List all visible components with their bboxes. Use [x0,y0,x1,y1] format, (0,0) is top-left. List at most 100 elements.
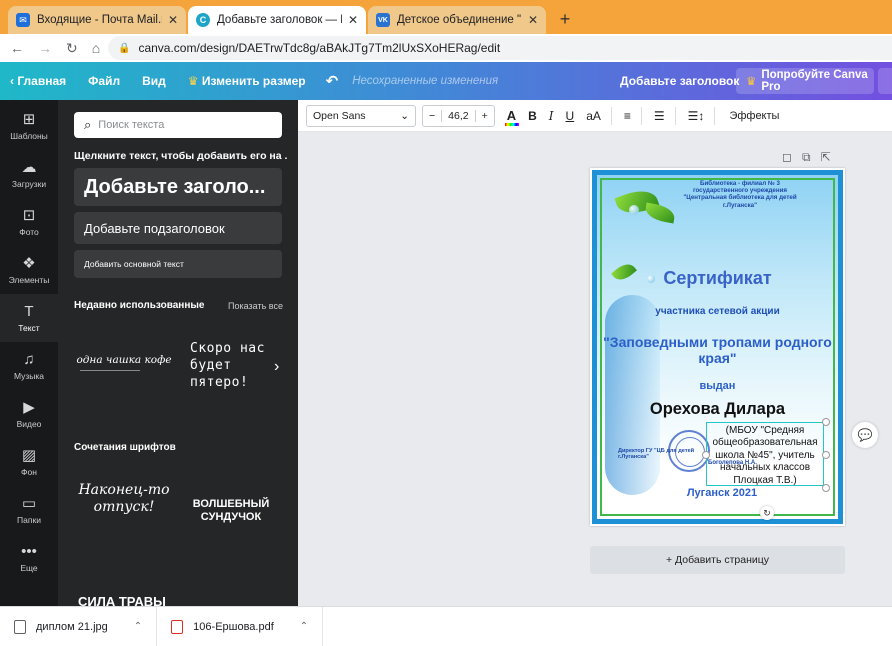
rail-item-music[interactable]: ♫ Музыка [0,342,58,390]
rail-item-elements[interactable]: ❖ Элементы [0,246,58,294]
rail-item-video[interactable]: ▶ Видео [0,390,58,438]
director-text[interactable]: Директор ГУ "ЦБ для детей г.Луганска" [618,448,698,461]
rail-item-background[interactable]: ▨ Фон [0,438,58,486]
selected-textbox[interactable]: (МБОУ "Средняя общеобразовательная школа… [706,422,824,486]
new-tab-button[interactable]: + [552,6,578,32]
rail-item-uploads[interactable]: ☁ Загрузки [0,150,58,198]
folder-icon: ▭ [21,494,37,512]
add-body-text-button[interactable]: Добавить основной текст [74,250,282,278]
close-icon[interactable]: ✕ [348,13,358,27]
crown-icon: ♛ [746,76,757,88]
reload-icon[interactable]: ↻ [66,40,78,57]
tab-mail[interactable]: ✉ Входящие - Почта Mail.ru ✕ [8,6,186,34]
resize-handle[interactable] [822,484,830,492]
underline-icon[interactable]: U [566,109,575,123]
font-dropdown[interactable]: Open Sans ⌄ [306,104,416,127]
chevron-up-icon[interactable]: ⌃ [300,621,308,632]
rail-item-text[interactable]: T Текст [0,294,58,342]
certificate-name[interactable]: Орехова Дилара [590,400,845,419]
card-text: Скоро нас будет пятеро! [190,341,265,390]
download-item[interactable]: диплом 21.jpg ⌃ [0,606,158,646]
font-combo-card[interactable]: Наконец-то отпуск! [74,482,174,542]
tab-canva[interactable]: C Добавьте заголовок — Плакат ✕ [188,6,366,34]
font-combo-card[interactable]: ВОЛШЕБНЫЙ СУНДУЧОК [186,498,276,538]
add-heading-button[interactable]: Добавьте заголо... [74,168,282,206]
library-header[interactable]: Библиотека - филиал № 3 государственного… [680,180,800,209]
design-page[interactable]: Библиотека - филиал № 3 государственного… [590,168,845,526]
text-toolbar: Open Sans ⌄ − 46,2 + A B I U aA ≡ ☰ ☰↕ Э… [298,100,892,132]
url-field[interactable]: 🔒 canva.com/design/DAETrwTdc8g/aBAkJTg7T… [108,36,892,60]
add-page-icon[interactable]: ⇱ [821,150,831,165]
comment-icon[interactable]: 💬 [852,422,878,448]
card-text: ВОЛШЕБНЫЙ СУНДУЧОК [192,498,270,523]
rail-label: Музыка [13,370,45,381]
spacing-icon[interactable]: ☰↕ [688,109,705,123]
font-name: Open Sans [313,109,366,122]
search-input[interactable]: ⌕ Поиск текста [74,112,282,138]
search-icon: ⌕ [84,117,92,132]
close-icon[interactable]: ✕ [168,13,178,27]
rail-label: Элементы [8,274,50,285]
resize-handle[interactable] [822,418,830,426]
chevron-right-icon[interactable]: › [274,358,279,376]
duplicate-page-icon[interactable]: ⧉ [802,150,811,165]
forward-icon[interactable]: → [38,40,52,56]
undo-icon[interactable]: ↶ [326,72,339,90]
certificate-participant[interactable]: участника сетевой акции [590,306,845,317]
text-color-icon[interactable]: A [504,108,520,126]
align-center-icon[interactable]: ≡ [624,109,631,123]
certificate-title[interactable]: Сертификат [590,268,845,289]
effects-button[interactable]: Эффекты [729,110,779,122]
home-icon[interactable]: ⌂ [92,40,100,56]
share-button[interactable] [878,68,892,94]
rail-label: Фото [19,226,39,237]
decrease-size-button[interactable]: − [423,110,441,122]
rail-item-templates[interactable]: ⊞ Шаблоны [0,102,58,150]
add-page-button[interactable]: + Добавить страницу [590,546,845,574]
rail-item-folders[interactable]: ▭ Папки [0,486,58,534]
font-size-value[interactable]: 46,2 [441,109,476,122]
close-icon[interactable]: ✕ [528,13,538,27]
try-pro-button[interactable]: ♛ Попробуйте Canva Pro [736,68,874,94]
italic-icon[interactable]: I [549,109,554,123]
letter-case-icon[interactable]: aA [586,109,601,123]
card-text: одна чашка кофе [76,354,172,366]
list-icon[interactable]: ☰ [654,109,665,123]
divider [640,106,642,125]
recent-style-card[interactable]: одна чашка кофе [74,332,174,412]
elements-icon: ❖ [22,254,36,272]
panel-hint: Щелкните текст, чтобы добавить его на ..… [74,150,288,162]
rotate-icon[interactable]: ↻ [760,506,774,520]
chevron-up-icon[interactable]: ⌃ [134,621,142,632]
font-combo-card[interactable]: СИЛА ТРАВЫ [78,594,178,606]
unsaved-status: Несохраненные изменения [352,75,499,87]
increase-size-button[interactable]: + [476,110,494,122]
bold-icon[interactable]: B [528,109,537,123]
see-all-link[interactable]: Показать все [228,301,283,311]
font-size-stepper[interactable]: − 46,2 + [422,104,495,127]
note-icon[interactable]: ◻ [782,150,792,165]
view-menu[interactable]: Вид [142,74,166,88]
file-menu[interactable]: Файл [88,74,120,88]
home-link[interactable]: ‹ Главная [10,74,66,88]
divider [610,106,612,125]
back-icon[interactable]: ← [10,40,24,56]
rail-item-more[interactable]: ••• Еще [0,534,58,582]
document-title[interactable]: Добавьте заголовок [620,74,739,88]
certificate-city-year[interactable]: Луганск 2021 [682,486,762,500]
vk-icon: VK [376,13,390,27]
tab-vk[interactable]: VK Детское объединение "Береста ✕ [368,6,546,34]
resize-button[interactable]: ♛ Изменить размер [188,74,306,88]
address-bar: ← → ↻ ⌂ 🔒 canva.com/design/DAETrwTdc8g/a… [0,34,892,62]
recent-style-card[interactable]: Скоро нас будет пятеро! [190,332,270,412]
resize-handle[interactable] [702,451,710,459]
download-item[interactable]: 106-Ершова.pdf ⌃ [157,606,324,646]
upload-icon: ☁ [21,158,37,176]
photo-icon: ⊡ [22,206,36,224]
rail-item-photos[interactable]: ⊡ Фото [0,198,58,246]
add-subheading-button[interactable]: Добавьте подзаголовок [74,212,282,244]
text-icon: T [24,302,34,320]
resize-handle[interactable] [822,451,830,459]
certificate-action[interactable]: "Заповедными тропами родного края" [590,334,845,366]
certificate-issued[interactable]: выдан [590,380,845,392]
